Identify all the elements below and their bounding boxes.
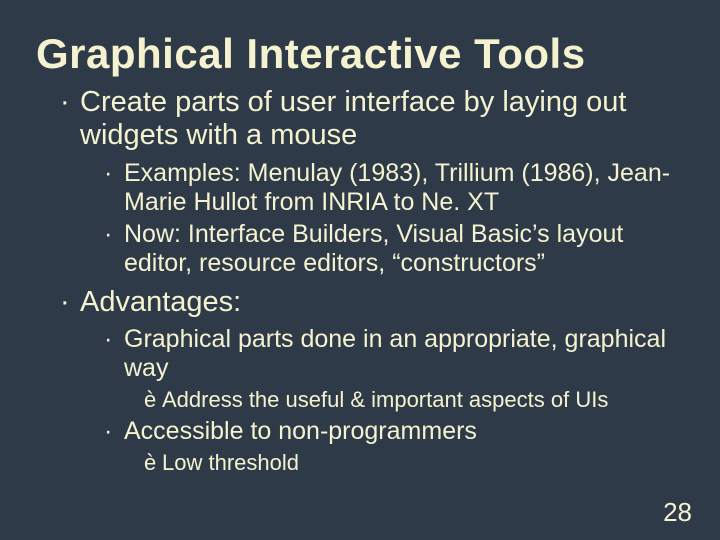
bullet-text: Now: Interface Builders, Visual Basic’s … bbox=[124, 220, 684, 278]
bullet-level2: · Graphical parts done in an appropriate… bbox=[104, 325, 684, 383]
bullet-text: Accessible to non-programmers bbox=[124, 417, 477, 446]
bullet-dot-icon: · bbox=[104, 159, 124, 217]
bullet-level2: · Now: Interface Builders, Visual Basic’… bbox=[104, 220, 684, 278]
bullet-text: Address the useful & important aspects o… bbox=[162, 387, 608, 413]
arrow-icon: è bbox=[144, 387, 162, 413]
bullet-level1: · Create parts of user interface by layi… bbox=[60, 86, 684, 153]
bullet-dot-icon: · bbox=[60, 86, 80, 153]
bullet-text: Examples: Menulay (1983), Trillium (1986… bbox=[124, 159, 684, 217]
bullet-text: Graphical parts done in an appropriate, … bbox=[124, 325, 684, 383]
bullet-dot-icon: · bbox=[60, 286, 80, 319]
bullet-level3: è Address the useful & important aspects… bbox=[144, 387, 684, 413]
bullet-text: Create parts of user interface by laying… bbox=[80, 86, 684, 153]
arrow-icon: è bbox=[144, 450, 162, 476]
bullet-level2: · Examples: Menulay (1983), Trillium (19… bbox=[104, 159, 684, 217]
slide-title: Graphical Interactive Tools bbox=[36, 32, 684, 76]
page-number: 28 bbox=[663, 497, 692, 528]
bullet-level3: è Low threshold bbox=[144, 450, 684, 476]
bullet-text: Low threshold bbox=[162, 450, 299, 476]
bullet-dot-icon: · bbox=[104, 220, 124, 278]
slide: Graphical Interactive Tools · Create par… bbox=[0, 0, 720, 540]
bullet-text: Advantages: bbox=[80, 286, 241, 319]
bullet-level2: · Accessible to non-programmers bbox=[104, 417, 684, 446]
bullet-dot-icon: · bbox=[104, 417, 124, 446]
bullet-dot-icon: · bbox=[104, 325, 124, 383]
bullet-level1: · Advantages: bbox=[60, 286, 684, 319]
